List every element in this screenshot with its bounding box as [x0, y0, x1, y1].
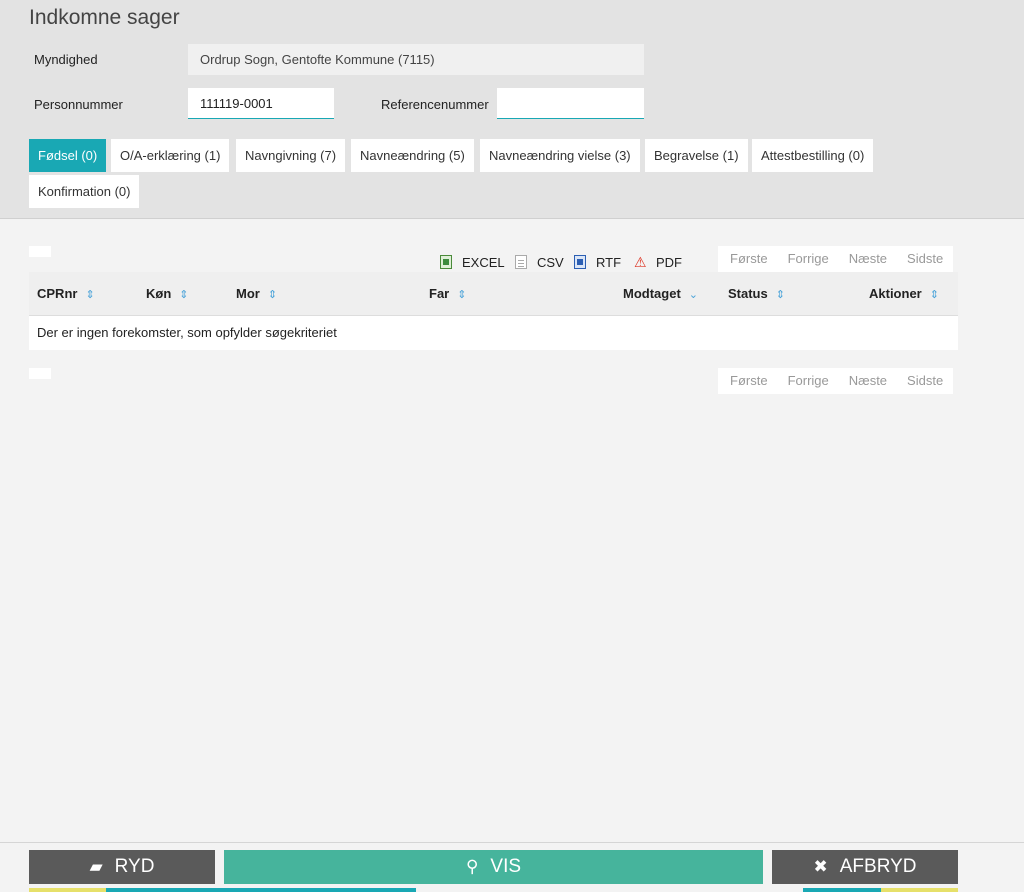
export-csv-link[interactable]: CSV: [515, 253, 564, 271]
afbryd-label: AFBRYD: [839, 856, 917, 877]
col-koen-label: Køn: [146, 286, 172, 301]
export-rtf-link[interactable]: RTF: [574, 253, 621, 271]
col-status-label: Status: [728, 286, 768, 301]
tab-oa-erklaering[interactable]: O/A-erklæring (1): [111, 139, 230, 172]
export-rtf-label: RTF: [596, 254, 622, 270]
referencenummer-input[interactable]: [497, 88, 644, 119]
pager-first[interactable]: Første: [718, 368, 778, 394]
vis-button[interactable]: ⚲ VIS: [224, 850, 763, 884]
tab-navneaendring[interactable]: Navneændring (5): [351, 139, 474, 172]
sort-icon: ⇕: [929, 289, 939, 301]
chevron-down-icon: ⌄: [688, 289, 698, 301]
ryd-button[interactable]: ▰ RYD: [29, 850, 215, 884]
export-excel-link[interactable]: EXCEL: [440, 253, 505, 271]
tab-attestbestilling[interactable]: Attestbestilling (0): [752, 139, 874, 172]
tab-begravelse[interactable]: Begravelse (1): [645, 139, 748, 172]
personnummer-input[interactable]: [188, 88, 334, 119]
myndighed-label: Myndighed: [34, 52, 98, 67]
tab-konfirmation[interactable]: Konfirmation (0): [29, 175, 140, 208]
personnummer-label: Personnummer: [34, 97, 123, 112]
col-modtaget[interactable]: Modtaget ⌄: [623, 272, 698, 317]
page-size-select[interactable]: [29, 246, 51, 257]
sort-icon: ⇕: [85, 289, 95, 301]
vis-label: VIS: [490, 856, 522, 877]
col-cprnr[interactable]: CPRnr ⇕: [37, 272, 95, 317]
empty-message: Der er ingen forekomster, som opfylder s…: [29, 316, 958, 350]
pager-first[interactable]: Første: [718, 246, 778, 272]
accent-strip: [106, 888, 416, 892]
export-excel-label: EXCEL: [462, 254, 505, 270]
tab-navneaendring-vielse[interactable]: Navneændring vielse (3): [480, 139, 640, 172]
export-csv-label: CSV: [537, 254, 564, 270]
csv-icon: [515, 255, 527, 269]
page-size-select-bottom[interactable]: [29, 368, 51, 379]
table-header: CPRnr ⇕ Køn ⇕ Mor ⇕ Far ⇕ Modtaget ⌄ Status ⇕ …: [29, 272, 958, 316]
header-panel: Indkomne sager Myndighed Ordrup Sogn, Ge…: [0, 0, 1024, 219]
export-pdf-link[interactable]: ⚠ PDF: [634, 253, 682, 271]
col-aktioner-label: Aktioner: [869, 286, 922, 301]
accent-strip: [29, 888, 106, 892]
referencenummer-label: Referencenummer: [381, 97, 489, 112]
tab-foedsel[interactable]: Fødsel (0): [29, 139, 107, 172]
col-mor[interactable]: Mor ⇕: [236, 272, 277, 317]
export-pdf-label: PDF: [656, 254, 682, 270]
pager-next[interactable]: Næste: [839, 368, 897, 394]
sort-icon: ⇕: [267, 289, 278, 301]
accent-strip: [803, 888, 881, 892]
col-modtaget-label: Modtaget: [623, 286, 681, 301]
sort-icon: ⇕: [775, 289, 785, 301]
footer-divider: [0, 842, 1024, 843]
col-status[interactable]: Status ⇕: [728, 272, 785, 317]
pdf-icon: ⚠: [634, 254, 647, 270]
sort-icon: ⇕: [457, 289, 467, 301]
pager-last[interactable]: Sidste: [897, 368, 953, 394]
sort-icon: ⇕: [179, 289, 189, 301]
cases-table: CPRnr ⇕ Køn ⇕ Mor ⇕ Far ⇕ Modtaget ⌄ Status ⇕ …: [29, 272, 958, 350]
close-icon: ✖: [813, 857, 828, 876]
pager-bottom: Første Forrige Næste Sidste: [718, 368, 954, 394]
page-title: Indkomne sager: [29, 6, 180, 29]
pager-top: Første Forrige Næste Sidste: [718, 246, 954, 272]
col-aktioner[interactable]: Aktioner ⇕: [869, 272, 939, 317]
excel-icon: [440, 255, 452, 269]
search-icon: ⚲: [465, 857, 479, 876]
rtf-icon: [574, 255, 586, 269]
col-koen[interactable]: Køn ⇕: [146, 272, 189, 317]
afbryd-button[interactable]: ✖ AFBRYD: [772, 850, 958, 884]
col-far[interactable]: Far ⇕: [429, 272, 466, 317]
col-cprnr-label: CPRnr: [37, 286, 78, 301]
col-far-label: Far: [429, 286, 450, 301]
eraser-icon: ▰: [89, 857, 103, 876]
col-mor-label: Mor: [236, 286, 260, 301]
myndighed-field: Ordrup Sogn, Gentofte Kommune (7115): [188, 44, 644, 75]
accent-strip: [881, 888, 958, 892]
pager-last[interactable]: Sidste: [897, 246, 953, 272]
pager-prev[interactable]: Forrige: [778, 368, 839, 394]
tab-navngivning[interactable]: Navngivning (7): [236, 139, 346, 172]
ryd-label: RYD: [114, 856, 155, 877]
pager-prev[interactable]: Forrige: [778, 246, 839, 272]
pager-next[interactable]: Næste: [839, 246, 897, 272]
